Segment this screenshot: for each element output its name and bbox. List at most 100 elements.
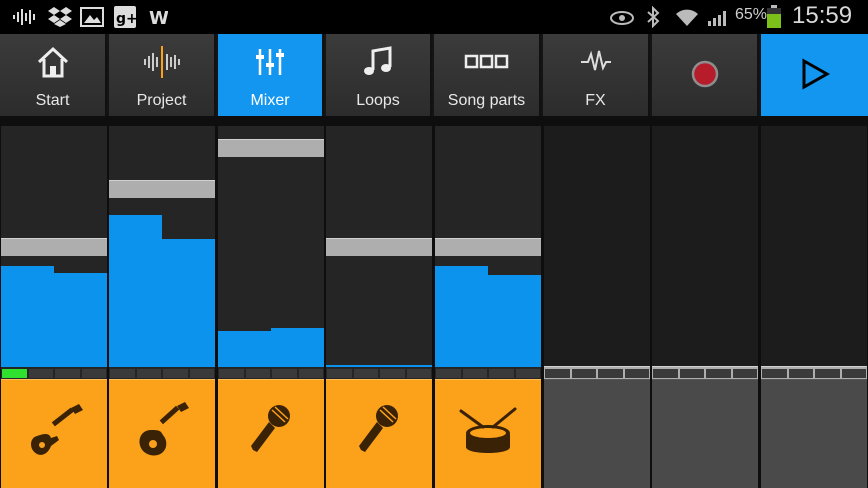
microphone-icon [353,400,405,466]
level-meter-left [326,365,379,367]
volume-fader[interactable] [435,238,541,257]
tab-start[interactable]: Start [0,34,107,116]
step-indicator [761,369,867,378]
drum-icon [457,403,519,463]
volume-fader[interactable] [218,138,324,157]
step-cell [327,369,352,378]
instrument-button[interactable] [761,379,867,488]
status-bar: g+ W 65% 15:59 [0,0,868,34]
step-cell [762,369,787,378]
record-icon [690,59,720,93]
audio-wave-icon [12,5,38,29]
mixer-channel[interactable] [326,126,432,379]
waveform-icon [142,46,182,82]
tab-label: Loops [356,92,400,109]
step-cell [380,369,405,378]
mixer-channel[interactable] [1,126,107,379]
mixer-channel[interactable] [218,126,324,379]
toolbar: Start Project Mixer Loops Song parts FX [0,34,868,116]
eye-icon [610,5,634,29]
gallery-icon [80,5,104,29]
step-cell [515,369,540,378]
step-indicator [544,369,650,378]
instrument-button[interactable] [544,379,650,488]
tab-loops[interactable]: Loops [326,34,432,116]
level-meter-left [1,265,54,367]
microphone-icon [245,400,297,466]
google-plus-icon: g+ [114,5,136,29]
volume-fader[interactable] [1,238,107,257]
step-indicator [326,369,432,378]
tab-song-parts[interactable]: Song parts [434,34,541,116]
step-cell [788,369,813,378]
step-cell [55,369,80,378]
step-cell [189,369,214,378]
instrument-button[interactable] [435,379,541,488]
step-cell [841,369,866,378]
electric-guitar-icon [23,400,85,466]
tab-mixer[interactable]: Mixer [218,34,324,116]
fx-wave-icon [580,48,612,80]
step-indicator [435,369,541,378]
step-cell [163,369,188,378]
level-meter-left [435,265,488,367]
wifi-icon [674,5,700,29]
step-cell [219,369,244,378]
level-meter-right [488,275,541,367]
play-icon [800,58,830,94]
step-cell [545,369,570,378]
sliders-icon [255,47,285,81]
level-meter-right [271,328,324,367]
mixer-channel[interactable] [652,126,758,384]
level-meter-left [109,215,162,367]
step-cell [136,369,161,378]
instrument-button[interactable] [326,379,432,488]
step-cell [272,369,297,378]
level-meter-right [379,365,432,367]
music-note-icon [363,46,393,82]
step-cell [732,369,757,378]
instrument-button[interactable] [218,379,324,488]
step-cell [245,369,270,378]
tab-label: Start [35,92,70,109]
acoustic-guitar-icon [131,400,193,466]
step-cell [436,369,461,378]
mixer-channel[interactable] [109,126,215,379]
instrument-button[interactable] [652,379,758,488]
mixer-channel[interactable] [544,126,650,384]
step-cell [653,369,678,378]
step-indicator [218,369,324,378]
level-meter-right [162,239,215,367]
dropbox-icon [48,5,72,29]
tab-fx[interactable]: FX [543,34,650,116]
volume-fader[interactable] [109,180,215,199]
svg-text:g+: g+ [116,11,136,27]
mixer-channel[interactable] [761,126,867,384]
tab-project[interactable]: Project [109,34,216,116]
song-parts-icon [464,54,510,74]
step-cell [81,369,106,378]
step-cell [2,369,27,378]
home-icon [35,45,71,83]
step-indicator [109,369,215,378]
mixer-channel[interactable] [435,126,541,379]
volume-fader[interactable] [326,238,432,257]
svg-text:W: W [149,8,168,27]
level-meter-left [218,330,271,367]
step-cell [462,369,487,378]
battery-icon [766,5,782,29]
play-button[interactable] [761,34,868,116]
step-cell [298,369,323,378]
step-cell [489,369,514,378]
step-cell [28,369,53,378]
wordpress-icon: W [148,5,168,29]
bluetooth-icon [646,5,660,29]
step-cell [598,369,623,378]
step-indicator [1,369,107,378]
tab-label: FX [585,92,606,109]
instrument-button[interactable] [1,379,107,488]
step-cell [679,369,704,378]
record-button[interactable] [652,34,759,116]
instrument-button[interactable] [109,379,215,488]
clock: 15:59 [792,2,853,29]
